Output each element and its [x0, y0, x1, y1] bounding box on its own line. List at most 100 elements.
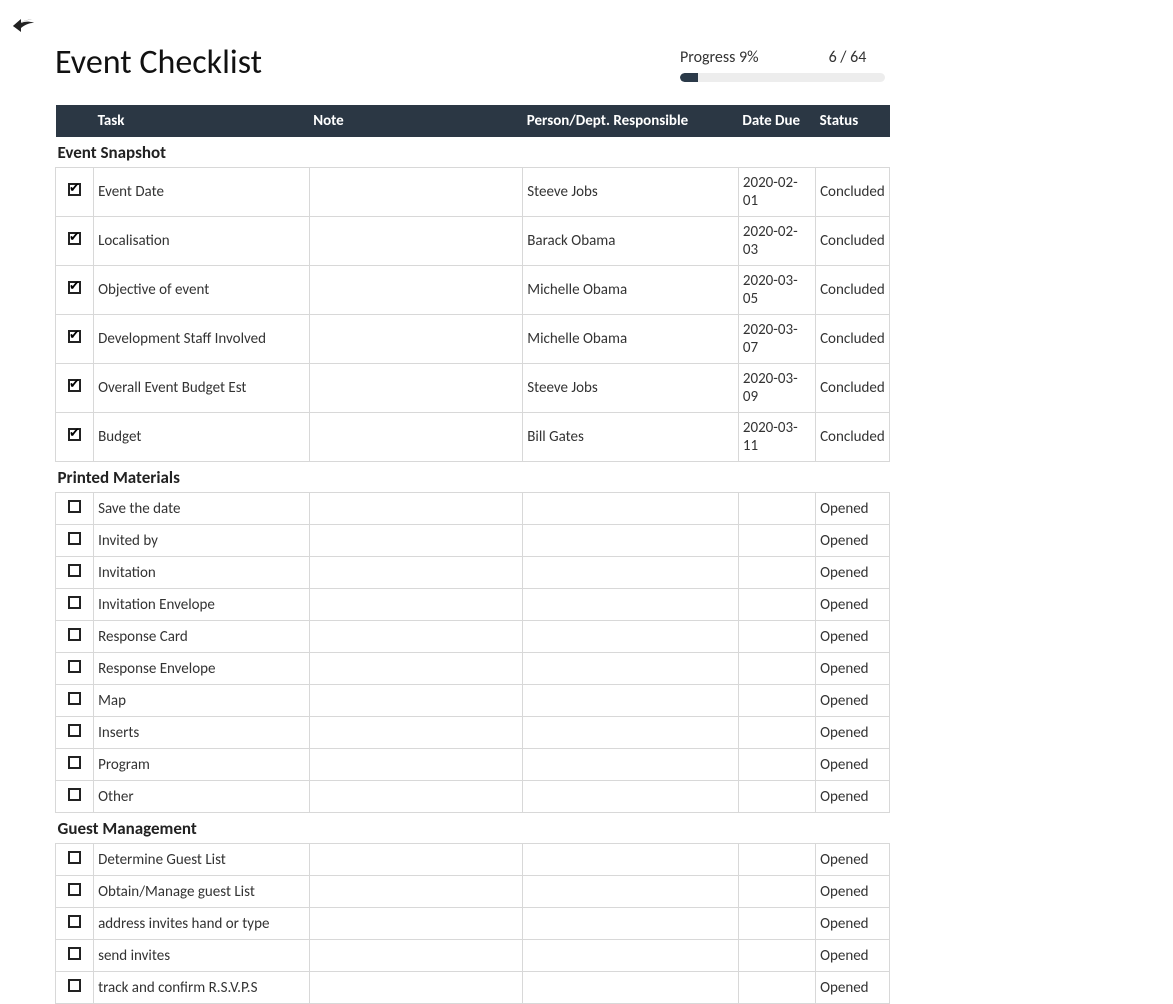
person-cell: Michelle Obama — [523, 266, 739, 315]
checkbox-cell[interactable] — [56, 844, 94, 876]
checkbox-cell[interactable] — [56, 685, 94, 717]
checkbox-cell[interactable] — [56, 364, 94, 413]
checklist-table: Task Note Person/Dept. Responsible Date … — [55, 105, 890, 1004]
checkbox-unchecked-icon[interactable] — [68, 756, 81, 769]
checkbox-cell[interactable] — [56, 557, 94, 589]
person-cell — [523, 557, 739, 589]
task-cell: address invites hand or type — [94, 908, 310, 940]
person-cell — [523, 844, 739, 876]
checkbox-unchecked-icon[interactable] — [68, 500, 81, 513]
date-cell: 2020-02-01 — [738, 168, 815, 217]
date-cell — [738, 844, 815, 876]
checkbox-cell[interactable] — [56, 621, 94, 653]
status-cell: Opened — [816, 493, 890, 525]
table-row: OtherOpened — [56, 781, 890, 813]
note-cell — [309, 589, 523, 621]
checkbox-unchecked-icon[interactable] — [68, 883, 81, 896]
table-row: Response Envelope Opened — [56, 653, 890, 685]
checkbox-checked-icon[interactable] — [68, 183, 81, 196]
task-cell: Determine Guest List — [94, 844, 310, 876]
task-cell: Response Envelope — [94, 653, 310, 685]
task-cell: Budget — [94, 413, 310, 462]
status-cell: Opened — [816, 972, 890, 1004]
checkbox-unchecked-icon[interactable] — [68, 628, 81, 641]
status-cell: Concluded — [816, 315, 890, 364]
section-header: Guest Management — [56, 813, 890, 844]
status-cell: Opened — [816, 940, 890, 972]
checkbox-cell[interactable] — [56, 413, 94, 462]
note-cell — [309, 413, 523, 462]
checkbox-cell[interactable] — [56, 876, 94, 908]
progress-bar — [680, 73, 885, 82]
date-cell — [738, 717, 815, 749]
checkbox-cell[interactable] — [56, 525, 94, 557]
status-cell: Opened — [816, 653, 890, 685]
checkbox-unchecked-icon[interactable] — [68, 564, 81, 577]
checkbox-cell[interactable] — [56, 717, 94, 749]
checkbox-checked-icon[interactable] — [68, 281, 81, 294]
page-title: Event Checklist — [55, 42, 262, 83]
checkbox-unchecked-icon[interactable] — [68, 788, 81, 801]
checkbox-unchecked-icon[interactable] — [68, 915, 81, 928]
note-cell — [309, 717, 523, 749]
person-cell — [523, 749, 739, 781]
task-cell: Localisation — [94, 217, 310, 266]
table-row: Development Staff Involved Michelle Obama… — [56, 315, 890, 364]
note-cell — [309, 493, 523, 525]
progress-count: 6 / 64 — [829, 48, 867, 67]
checkbox-cell[interactable] — [56, 908, 94, 940]
checkbox-cell[interactable] — [56, 749, 94, 781]
date-cell — [738, 653, 815, 685]
table-row: track and confirm R.S.V.P.SOpened — [56, 972, 890, 1004]
table-row: ProgramOpened — [56, 749, 890, 781]
section-title: Guest Management — [56, 813, 890, 844]
checkbox-cell[interactable] — [56, 315, 94, 364]
checkbox-checked-icon[interactable] — [68, 232, 81, 245]
checkbox-unchecked-icon[interactable] — [68, 979, 81, 992]
checkbox-checked-icon[interactable] — [68, 379, 81, 392]
checkbox-cell[interactable] — [56, 168, 94, 217]
date-cell — [738, 557, 815, 589]
table-row: address invites hand or typeOpened — [56, 908, 890, 940]
note-cell — [309, 876, 523, 908]
col-check — [56, 105, 94, 137]
checkbox-unchecked-icon[interactable] — [68, 596, 81, 609]
status-cell: Concluded — [816, 413, 890, 462]
table-row: Response CardOpened — [56, 621, 890, 653]
checkbox-checked-icon[interactable] — [68, 330, 81, 343]
checkbox-unchecked-icon[interactable] — [68, 532, 81, 545]
task-cell: Development Staff Involved — [94, 315, 310, 364]
person-cell: Michelle Obama — [523, 315, 739, 364]
checkbox-unchecked-icon[interactable] — [68, 851, 81, 864]
status-cell: Opened — [816, 781, 890, 813]
checkbox-cell[interactable] — [56, 493, 94, 525]
checkbox-cell[interactable] — [56, 781, 94, 813]
checkbox-cell[interactable] — [56, 972, 94, 1004]
checkbox-unchecked-icon[interactable] — [68, 724, 81, 737]
person-cell — [523, 525, 739, 557]
checkbox-cell[interactable] — [56, 653, 94, 685]
date-cell — [738, 589, 815, 621]
table-row: BudgetBill Gates2020-03-11Concluded — [56, 413, 890, 462]
checkbox-unchecked-icon[interactable] — [68, 692, 81, 705]
checkbox-unchecked-icon[interactable] — [68, 947, 81, 960]
progress-label: Progress 9% — [680, 48, 759, 67]
note-cell — [309, 217, 523, 266]
checkbox-checked-icon[interactable] — [68, 428, 81, 441]
task-cell: Invitation — [94, 557, 310, 589]
checkbox-cell[interactable] — [56, 217, 94, 266]
checkbox-cell[interactable] — [56, 266, 94, 315]
checkbox-cell[interactable] — [56, 589, 94, 621]
checkbox-unchecked-icon[interactable] — [68, 660, 81, 673]
table-row: Save the dateOpened — [56, 493, 890, 525]
person-cell — [523, 621, 739, 653]
date-cell: 2020-03-09 — [738, 364, 815, 413]
checkbox-cell[interactable] — [56, 940, 94, 972]
task-cell: send invites — [94, 940, 310, 972]
back-button[interactable] — [10, 14, 38, 43]
task-cell: Inserts — [94, 717, 310, 749]
note-cell — [309, 908, 523, 940]
task-cell: Invited by — [94, 525, 310, 557]
status-cell: Opened — [816, 685, 890, 717]
col-note: Note — [309, 105, 523, 137]
